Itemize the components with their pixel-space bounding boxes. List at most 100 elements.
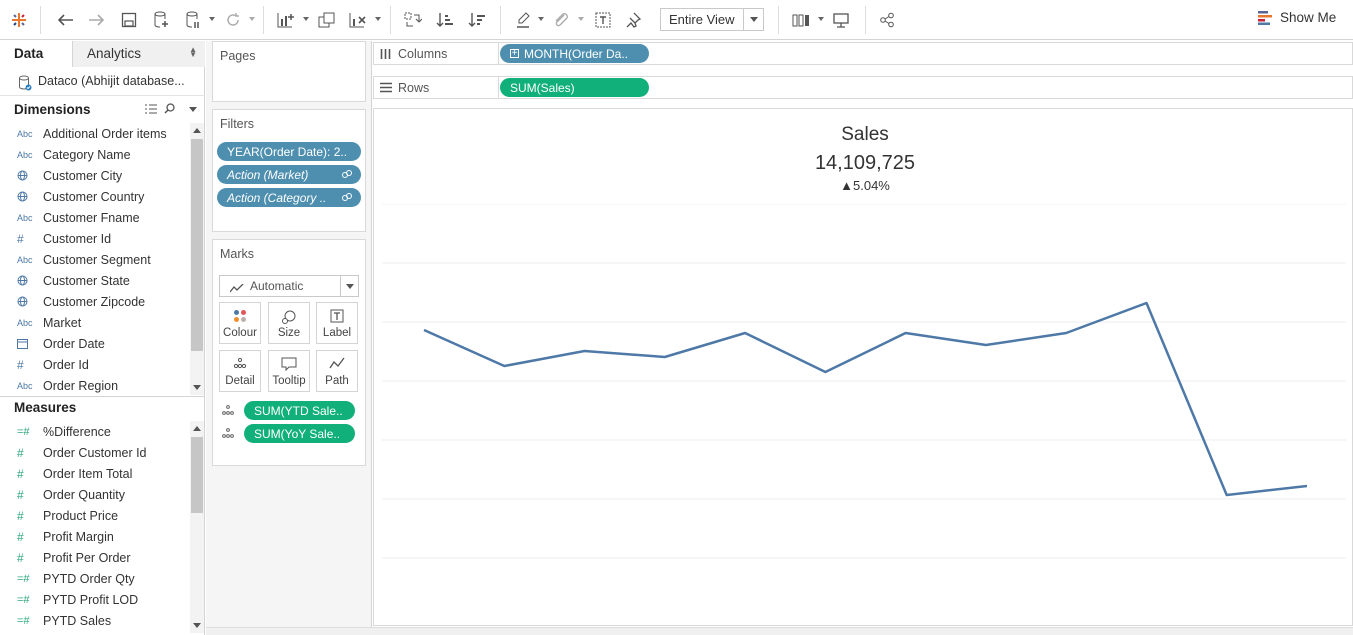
redo-icon[interactable] bbox=[86, 8, 108, 32]
dimension-field[interactable]: Abc Order Region bbox=[0, 375, 190, 396]
datasource-item[interactable]: Dataco (Abhijit database... bbox=[0, 68, 205, 96]
scroll-thumb[interactable] bbox=[191, 437, 203, 513]
new-datasource-icon[interactable] bbox=[150, 8, 172, 32]
dimension-field[interactable]: Abc Category Name bbox=[0, 144, 190, 165]
data-point[interactable] bbox=[984, 343, 988, 347]
data-point[interactable] bbox=[743, 331, 747, 335]
rows-shelf[interactable]: Rows SUM(Sales) bbox=[373, 76, 1353, 99]
undo-icon[interactable] bbox=[54, 8, 76, 32]
new-worksheet-icon[interactable] bbox=[274, 8, 298, 32]
fix-axes-icon[interactable] bbox=[622, 8, 644, 32]
swap-rows-columns-icon[interactable] bbox=[402, 8, 424, 32]
view-size-dropdown[interactable]: Entire View bbox=[660, 8, 764, 31]
dimension-field[interactable]: # Customer Id bbox=[0, 228, 190, 249]
scroll-up-icon[interactable] bbox=[193, 426, 201, 431]
presentation-mode-icon[interactable] bbox=[830, 8, 852, 32]
show-cards-caret[interactable] bbox=[818, 17, 824, 21]
sort-ascending-icon[interactable] bbox=[434, 8, 456, 32]
marks-pill-yoy-sales[interactable]: SUM(YoY Sale.. bbox=[244, 424, 355, 443]
filter-pill-action-market[interactable]: Action (Market) bbox=[217, 165, 361, 184]
measure-field[interactable]: # Product Price bbox=[0, 505, 190, 526]
sort-descending-icon[interactable] bbox=[466, 8, 488, 32]
refresh-dropdown-caret[interactable] bbox=[249, 17, 255, 21]
data-point[interactable] bbox=[502, 364, 506, 368]
scroll-down-icon[interactable] bbox=[193, 385, 201, 390]
data-point[interactable] bbox=[1305, 484, 1309, 488]
filters-card[interactable]: Filters YEAR(Order Date): 2.. Action (Ma… bbox=[212, 109, 366, 232]
clear-sheet-icon[interactable] bbox=[346, 8, 370, 32]
colour-button[interactable]: Colour bbox=[219, 302, 261, 344]
measure-field[interactable]: # Profit Per Order bbox=[0, 547, 190, 568]
measure-field[interactable]: # Order Customer Id bbox=[0, 442, 190, 463]
expand-icon[interactable]: + bbox=[510, 48, 519, 58]
line-chart[interactable] bbox=[382, 204, 1346, 618]
filter-pill-action-category[interactable]: Action (Category .. bbox=[217, 188, 361, 207]
group-members-icon[interactable] bbox=[550, 8, 572, 32]
pages-card[interactable]: Pages bbox=[212, 41, 366, 102]
show-me-button[interactable]: Show Me bbox=[1258, 10, 1336, 25]
path-button[interactable]: Path bbox=[316, 350, 358, 392]
view-as-list-icon[interactable] bbox=[145, 103, 157, 117]
data-point[interactable] bbox=[823, 370, 827, 374]
pause-datasource-icon[interactable] bbox=[182, 8, 204, 32]
dimensions-scrollbar[interactable] bbox=[190, 123, 204, 395]
filter-pill-year[interactable]: YEAR(Order Date): 2.. bbox=[217, 142, 361, 161]
measure-field[interactable]: # Order Quantity bbox=[0, 484, 190, 505]
measure-field[interactable]: =# %Difference bbox=[0, 421, 190, 442]
sales-line[interactable] bbox=[423, 301, 1308, 497]
pause-dropdown-caret[interactable] bbox=[209, 17, 215, 21]
dimension-field[interactable]: Abc Customer Fname bbox=[0, 207, 190, 228]
save-icon[interactable] bbox=[118, 8, 140, 32]
clear-sheet-caret[interactable] bbox=[375, 17, 381, 21]
tab-analytics[interactable]: Analytics ▲ ▼ bbox=[72, 41, 205, 67]
dimension-field[interactable]: Abc Additional Order items bbox=[0, 123, 190, 144]
measure-field[interactable]: =# PYTD Profit LOD bbox=[0, 589, 190, 610]
label-button[interactable]: Label bbox=[316, 302, 358, 344]
data-point[interactable] bbox=[1144, 301, 1148, 305]
refresh-icon[interactable] bbox=[222, 8, 244, 32]
scroll-down-icon[interactable] bbox=[193, 623, 201, 628]
measures-scrollbar[interactable] bbox=[190, 421, 204, 633]
detail-button[interactable]: Detail bbox=[219, 350, 261, 392]
data-point[interactable] bbox=[1064, 331, 1068, 335]
data-point[interactable] bbox=[1225, 493, 1229, 497]
dimensions-menu-caret[interactable] bbox=[189, 107, 197, 112]
search-icon[interactable] bbox=[164, 103, 175, 117]
dimension-field[interactable]: Order Date bbox=[0, 333, 190, 354]
dimension-field[interactable]: # Order Id bbox=[0, 354, 190, 375]
group-caret[interactable] bbox=[578, 17, 584, 21]
measure-field[interactable]: # Order Item Total bbox=[0, 463, 190, 484]
new-worksheet-caret[interactable] bbox=[303, 17, 309, 21]
tableau-logo-icon[interactable] bbox=[8, 8, 30, 32]
columns-pill-month[interactable]: + MONTH(Order Da.. bbox=[500, 44, 649, 63]
scroll-thumb[interactable] bbox=[191, 139, 203, 351]
worksheet-view[interactable]: Sales 14,109,725 ▲5.04% bbox=[373, 108, 1353, 626]
share-icon[interactable] bbox=[876, 8, 898, 32]
data-point[interactable] bbox=[904, 331, 908, 335]
highlight-caret[interactable] bbox=[538, 17, 544, 21]
tooltip-button[interactable]: Tooltip bbox=[268, 350, 310, 392]
scroll-up-icon[interactable] bbox=[193, 128, 201, 133]
duplicate-icon[interactable] bbox=[316, 8, 338, 32]
measure-field[interactable]: # Profit Margin bbox=[0, 526, 190, 547]
data-point[interactable] bbox=[422, 328, 426, 332]
rows-pill-sales[interactable]: SUM(Sales) bbox=[500, 78, 649, 97]
mark-type-dropdown[interactable]: Automatic bbox=[219, 275, 359, 297]
dimension-field[interactable]: Customer State bbox=[0, 270, 190, 291]
measure-field[interactable]: =# PYTD Sales bbox=[0, 610, 190, 631]
measure-field[interactable]: =# PYTD Order Qty bbox=[0, 568, 190, 589]
size-button[interactable]: Size bbox=[268, 302, 310, 344]
data-point[interactable] bbox=[663, 355, 667, 359]
dimension-field[interactable]: Customer City bbox=[0, 165, 190, 186]
columns-shelf[interactable]: Columns + MONTH(Order Da.. bbox=[373, 42, 1353, 65]
marks-pill-ytd-sales[interactable]: SUM(YTD Sale.. bbox=[244, 401, 355, 420]
dimension-field[interactable]: Customer Country bbox=[0, 186, 190, 207]
show-mark-labels-icon[interactable] bbox=[592, 8, 614, 32]
dimension-field[interactable]: Abc Market bbox=[0, 312, 190, 333]
tab-data[interactable]: Data bbox=[0, 41, 72, 67]
show-cards-icon[interactable] bbox=[790, 8, 814, 32]
data-point[interactable] bbox=[583, 349, 587, 353]
highlight-icon[interactable] bbox=[512, 8, 534, 32]
dimension-field[interactable]: Abc Customer Segment bbox=[0, 249, 190, 270]
dimension-field[interactable]: Customer Zipcode bbox=[0, 291, 190, 312]
